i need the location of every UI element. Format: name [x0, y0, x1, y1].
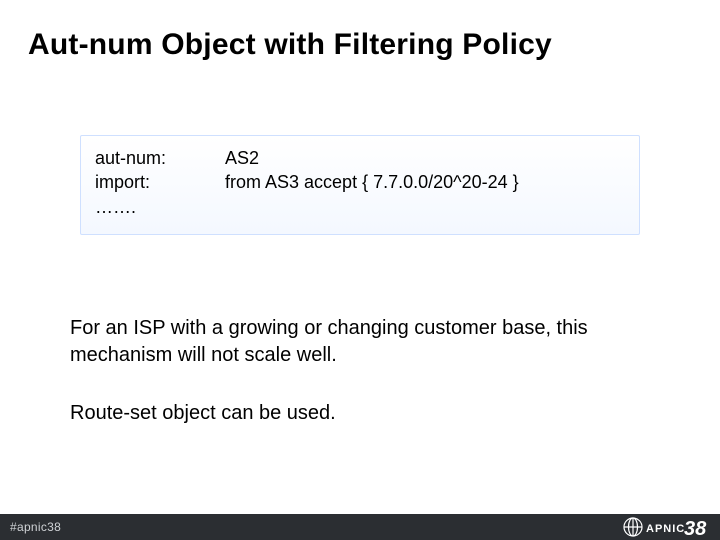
- code-val: [225, 195, 625, 219]
- code-row: …….: [95, 195, 625, 219]
- footer-bar: #apnic38 APNIC 38: [0, 514, 720, 540]
- slide-title: Aut-num Object with Filtering Policy: [28, 28, 552, 62]
- code-val: AS2: [225, 146, 625, 170]
- footer-logo: APNIC 38: [622, 516, 710, 538]
- logo-text: APNIC: [646, 523, 685, 535]
- slide: Aut-num Object with Filtering Policy aut…: [0, 0, 720, 540]
- code-row: aut-num: AS2: [95, 146, 625, 170]
- body-paragraph-1: For an ISP with a growing or changing cu…: [70, 315, 650, 369]
- code-key: aut-num:: [95, 146, 225, 170]
- code-val: from AS3 accept { 7.7.0.0/20^20-24 }: [225, 170, 625, 194]
- code-box: aut-num: AS2 import: from AS3 accept { 7…: [80, 135, 640, 235]
- code-row: import: from AS3 accept { 7.7.0.0/20^20-…: [95, 170, 625, 194]
- code-key: …….: [95, 195, 225, 219]
- conference-number: 38: [684, 518, 707, 538]
- code-key: import:: [95, 170, 225, 194]
- apnic-logo-icon: APNIC 38: [622, 516, 710, 538]
- body-paragraph-2: Route-set object can be used.: [70, 400, 650, 427]
- footer-hashtag: #apnic38: [10, 520, 61, 534]
